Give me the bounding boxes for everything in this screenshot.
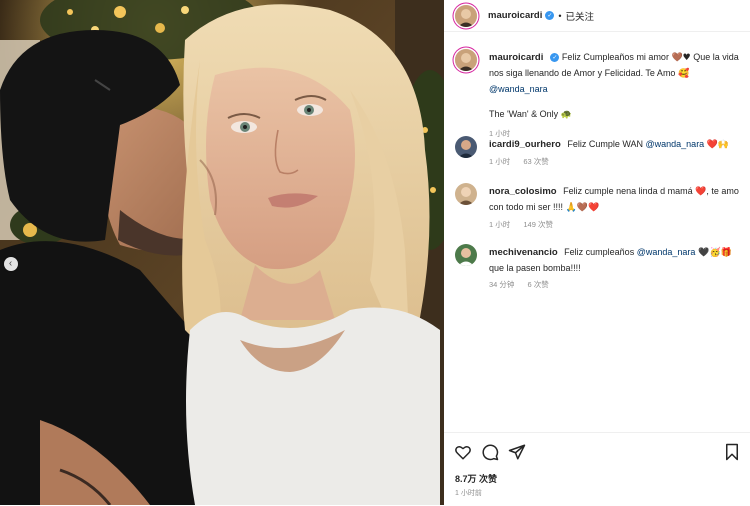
share-button[interactable] xyxy=(508,443,526,466)
save-button[interactable] xyxy=(724,443,740,466)
comment-likes[interactable]: 63 次赞 xyxy=(523,157,548,166)
comment-body: mechivenancio Feliz cumpleaños @wanda_na… xyxy=(489,245,746,290)
avatar[interactable] xyxy=(455,183,477,205)
caption-username[interactable]: mauroicardi xyxy=(489,52,543,63)
caption-line-2-emoji: 🐢 xyxy=(560,110,572,120)
avatar-image xyxy=(455,136,477,158)
comment-text-2: que la pasen bomba!!!! xyxy=(489,263,581,273)
comment-likes[interactable]: 6 次赞 xyxy=(528,280,549,289)
post-photo: ‹ xyxy=(0,0,444,505)
avatar-image xyxy=(455,49,477,71)
comment-emoji: ❤️🙌 xyxy=(706,140,730,150)
comment-icon xyxy=(482,444,499,461)
comment-mention-link[interactable]: @wanda_nara xyxy=(646,139,705,149)
comment-time: 1 小时 xyxy=(489,220,511,229)
follow-status-button[interactable]: 已关注 xyxy=(566,9,595,23)
comment-text: Feliz cumple nena linda d mamá xyxy=(563,186,696,196)
posted-time: 1 小时前 xyxy=(455,490,482,497)
verified-badge-icon: ✓ xyxy=(550,53,560,63)
comment-item: icardi9_ourhero Feliz Cumple WAN @wanda_… xyxy=(444,133,750,173)
comment-username[interactable]: icardi9_ourhero xyxy=(489,139,561,150)
caption-emoji-2: 🥰 xyxy=(677,69,690,79)
comment-username[interactable]: nora_colosimo xyxy=(489,186,557,197)
avatar[interactable] xyxy=(455,4,477,27)
comment-item: mechivenancio Feliz cumpleaños @wanda_na… xyxy=(444,241,750,296)
avatar[interactable] xyxy=(455,49,477,71)
comment-username[interactable]: mechivenancio xyxy=(489,247,558,258)
carousel-prev-icon: ‹ xyxy=(8,258,13,269)
caption: mauroicardi ✓ Feliz Cumpleaños mi amor 🤎♥… xyxy=(444,46,750,138)
comment-emoji: 🖤🥳🎁 xyxy=(695,248,732,258)
comment-emoji: ❤️ xyxy=(695,187,707,197)
post-author-username[interactable]: mauroicardi xyxy=(488,10,542,21)
comment-body: nora_colosimo Feliz cumple nena linda d … xyxy=(489,184,746,230)
avatar[interactable] xyxy=(455,136,477,158)
avatar-image xyxy=(455,244,477,266)
post-header: mauroicardi ✓ • 已关注 xyxy=(444,0,750,32)
comment-mention-link[interactable]: @wanda_nara xyxy=(637,247,696,257)
post-actions: 8.7万 次赞 1 小时前 xyxy=(444,432,750,506)
comment-item: nora_colosimo Feliz cumple nena linda d … xyxy=(444,180,750,235)
avatar-image xyxy=(455,4,477,27)
comment-meta: 1 小时 63 次赞 xyxy=(489,157,746,167)
caption-text: Feliz Cumpleaños mi amor xyxy=(561,52,672,62)
comment-time: 1 小时 xyxy=(489,157,511,166)
caption-line-2: The 'Wan' & Only 🐢 xyxy=(489,107,746,123)
carousel-prev-button[interactable]: ‹ xyxy=(4,257,18,271)
heart-icon xyxy=(455,446,471,460)
bookmark-icon xyxy=(726,443,738,461)
comment-button[interactable] xyxy=(481,443,499,466)
comment-meta: 1 小时 149 次赞 xyxy=(489,220,746,230)
like-button[interactable] xyxy=(454,443,472,466)
caption-emoji: 🤎♥ xyxy=(671,53,691,63)
comment-likes[interactable]: 149 次赞 xyxy=(523,220,553,229)
likes-count[interactable]: 8.7万 次赞 xyxy=(455,472,497,485)
comment-time: 34 分钟 xyxy=(489,280,515,289)
post-details-panel: mauroicardi ✓ • 已关注 mauroicardi ✓ Feliz C… xyxy=(444,0,750,505)
avatar-image xyxy=(455,183,477,205)
dot-separator: • xyxy=(558,10,562,21)
verified-badge-icon: ✓ xyxy=(545,11,555,20)
avatar[interactable] xyxy=(455,244,477,266)
caption-mention-link[interactable]: @wanda_nara xyxy=(489,84,548,94)
comment-text: Feliz Cumple WAN xyxy=(567,139,646,149)
comment-meta: 34 分钟 6 次赞 xyxy=(489,280,746,290)
caption-body: mauroicardi ✓ Feliz Cumpleaños mi amor 🤎♥… xyxy=(489,50,746,139)
caption-line-2-text: The 'Wan' & Only xyxy=(489,109,561,119)
comment-body: icardi9_ourhero Feliz Cumple WAN @wanda_… xyxy=(489,137,746,167)
comment-emoji-2: 🙏🤎❤️ xyxy=(565,203,600,213)
share-icon xyxy=(508,444,526,460)
post-photo-image xyxy=(0,0,444,505)
comment-text: Feliz cumpleaños xyxy=(564,247,637,257)
